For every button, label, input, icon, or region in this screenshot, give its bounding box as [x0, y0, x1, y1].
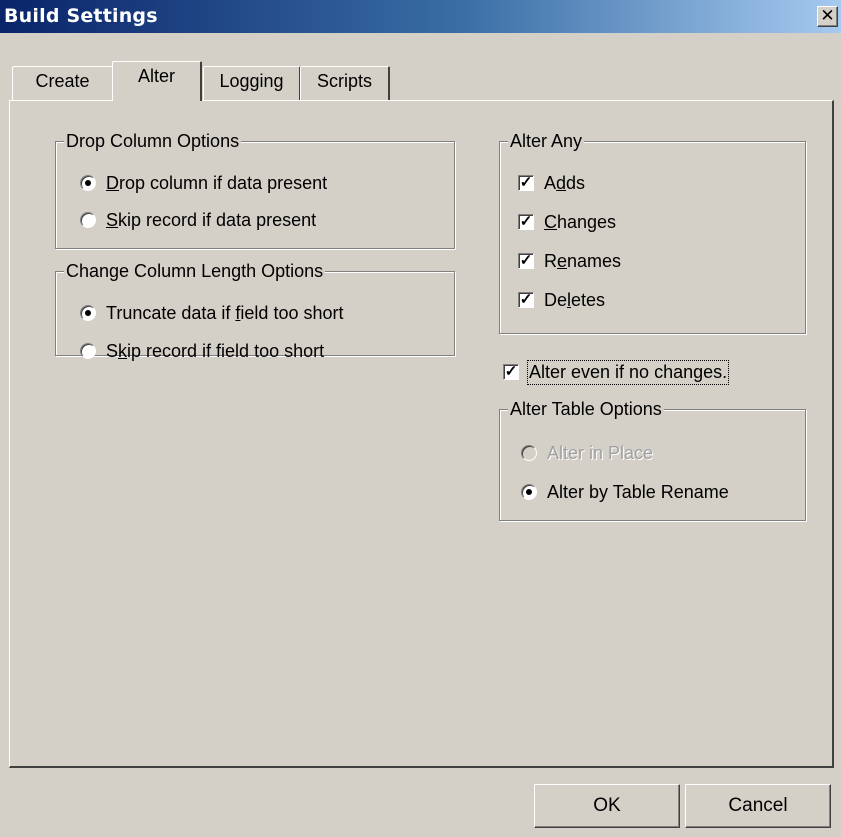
radio-indicator — [80, 305, 96, 321]
option-label: Skip record if data present — [106, 209, 317, 230]
tab-scripts[interactable]: Scripts — [300, 66, 390, 101]
ok-button[interactable]: OK — [534, 784, 680, 828]
checkmark-icon: ✓ — [518, 174, 534, 191]
alter-by-table-rename-radio[interactable]: Alter by Table Rename — [521, 479, 729, 505]
radio-indicator — [80, 343, 96, 359]
alter-tab-panel: Drop Column Options Drop column if data … — [9, 100, 834, 768]
alter-even-if-no-changes-checkbox[interactable]: ✓ Alter even if no changes. — [503, 359, 730, 385]
checkmark-icon: ✓ — [518, 252, 534, 269]
changes-checkbox[interactable]: ✓ Changes — [518, 209, 616, 235]
radio-indicator — [80, 175, 96, 191]
tab-label: Create — [35, 71, 90, 91]
tab-label: Alter — [137, 66, 175, 86]
option-label: Adds — [544, 172, 586, 193]
option-label: Alter even if no changes. — [526, 359, 730, 385]
tab-alter[interactable]: Alter — [112, 61, 202, 101]
option-label: Renames — [544, 250, 622, 271]
title-bar: Build Settings ✕ — [0, 0, 841, 33]
option-label: Alter in Place — [547, 442, 654, 463]
close-icon: ✕ — [820, 6, 835, 26]
option-label: Alter by Table Rename — [547, 481, 729, 502]
renames-checkbox[interactable]: ✓ Renames — [518, 248, 621, 274]
tab-create[interactable]: Create — [12, 66, 114, 101]
option-label: Changes — [544, 211, 617, 232]
option-label: Deletes — [544, 289, 606, 310]
radio-indicator — [521, 445, 537, 461]
group-legend: Alter Any — [508, 131, 585, 152]
deletes-checkbox[interactable]: ✓ Deletes — [518, 287, 605, 313]
radio-indicator — [521, 484, 537, 500]
checkmark-icon: ✓ — [518, 213, 534, 230]
truncate-data-radio[interactable]: Truncate data if field too short — [80, 300, 343, 326]
skip-record-data-radio[interactable]: Skip record if data present — [80, 207, 316, 233]
radio-indicator — [80, 212, 96, 228]
checkmark-icon: ✓ — [503, 363, 519, 380]
tab-label: Logging — [219, 71, 284, 91]
option-label: Drop column if data present — [106, 172, 328, 193]
adds-checkbox[interactable]: ✓ Adds — [518, 170, 585, 196]
window-title: Build Settings — [4, 5, 158, 27]
cancel-button[interactable]: Cancel — [685, 784, 831, 828]
tab-logging[interactable]: Logging — [203, 66, 301, 101]
drop-column-radio[interactable]: Drop column if data present — [80, 170, 327, 196]
option-label: Skip record if field too short — [106, 340, 325, 361]
tab-label: Scripts — [316, 71, 372, 91]
close-button[interactable]: ✕ — [817, 6, 838, 27]
group-legend: Drop Column Options — [64, 131, 242, 152]
group-legend: Alter Table Options — [508, 399, 664, 420]
checkmark-icon: ✓ — [518, 291, 534, 308]
option-label: Truncate data if field too short — [106, 302, 344, 323]
group-legend: Change Column Length Options — [64, 261, 326, 282]
alter-in-place-radio[interactable]: Alter in Place — [521, 440, 653, 466]
skip-record-field-radio[interactable]: Skip record if field too short — [80, 338, 324, 364]
